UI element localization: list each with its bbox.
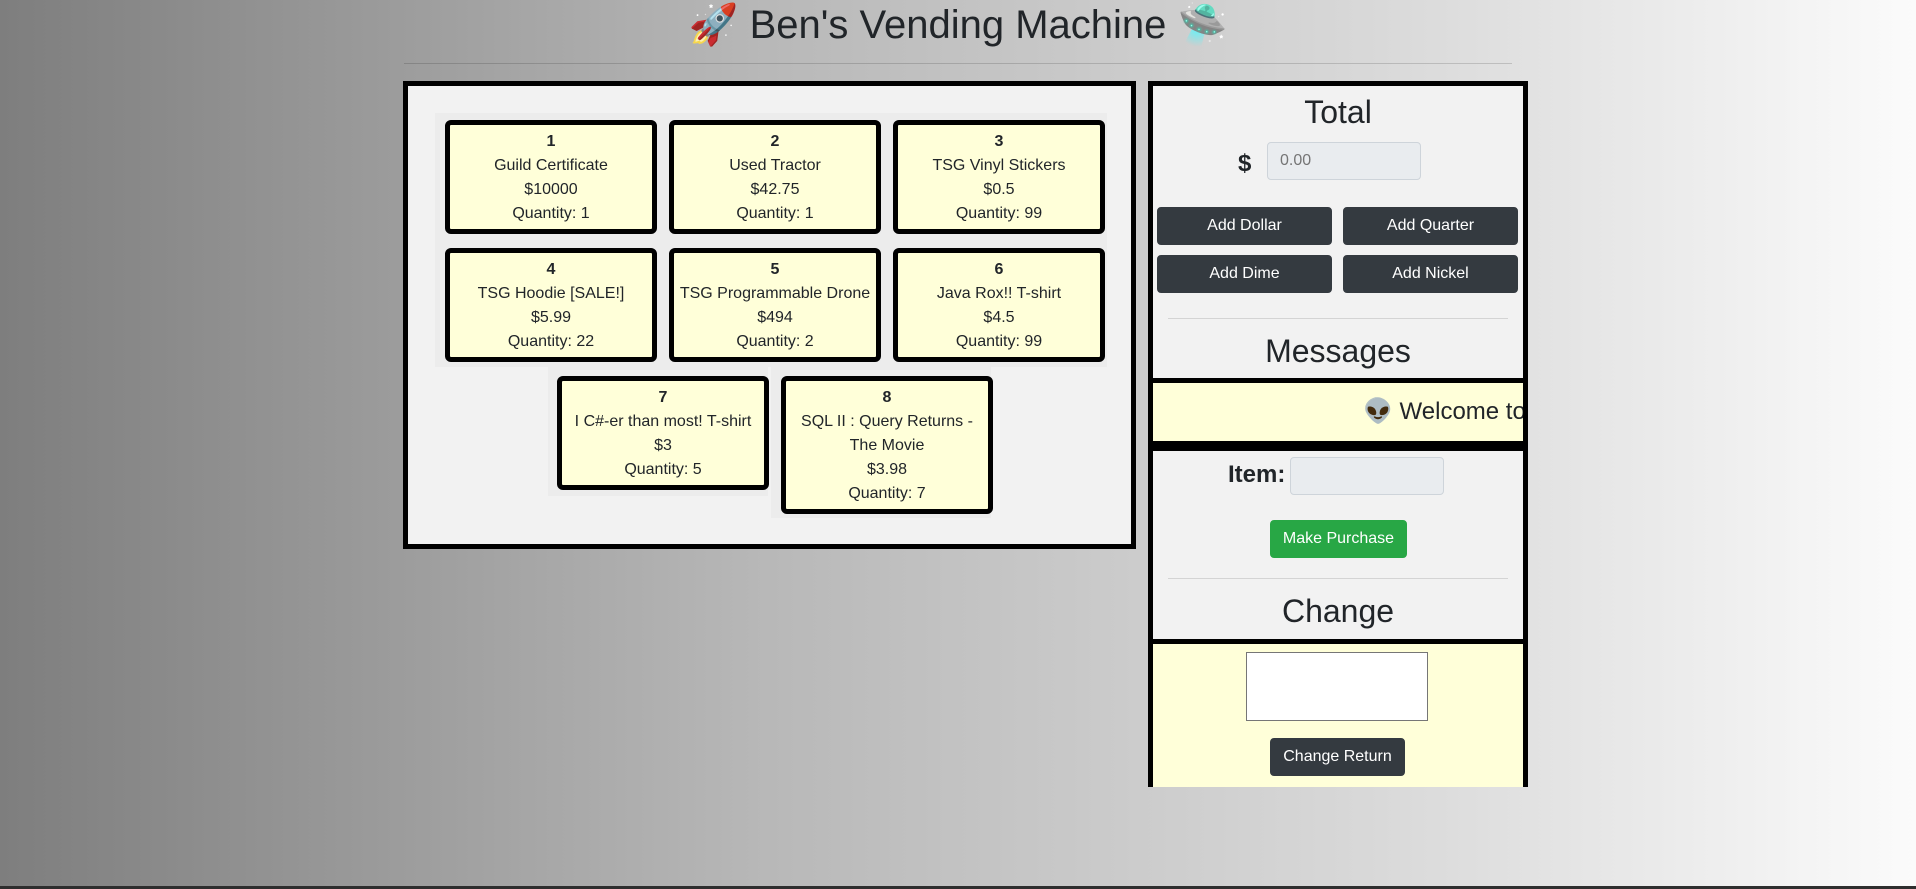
item-number: 1 <box>546 133 556 150</box>
item-card-1[interactable]: 1 Guild Certificate $10000 Quantity: 1 <box>445 120 657 234</box>
items-panel: 1 Guild Certificate $10000 Quantity: 1 2… <box>403 81 1136 549</box>
item-price: $0.5 <box>983 181 1015 198</box>
item-card-8[interactable]: 8 SQL II : Query Returns - The Movie $3.… <box>781 376 993 514</box>
change-return-button[interactable]: Change Return <box>1270 738 1405 776</box>
item-card-5[interactable]: 5 TSG Programmable Drone $494 Quantity: … <box>669 248 881 362</box>
item-quantity: Quantity: 99 <box>955 205 1043 222</box>
make-purchase-button[interactable]: Make Purchase <box>1270 520 1407 558</box>
item-number: 7 <box>658 389 668 406</box>
messages-text: 👽 Welcome to <box>1363 398 1526 425</box>
item-quantity: Quantity: 2 <box>736 333 814 350</box>
item-price: $4.5 <box>983 309 1015 326</box>
item-price: $3 <box>654 437 672 454</box>
title-divider <box>404 63 1512 64</box>
item-card-6[interactable]: 6 Java Rox!! T-shirt $4.5 Quantity: 99 <box>893 248 1105 362</box>
item-price: $10000 <box>524 181 578 198</box>
item-number: 2 <box>770 133 780 150</box>
messages-box: 👽 Welcome to <box>1148 378 1528 446</box>
item-quantity: Quantity: 7 <box>848 485 926 502</box>
item-input[interactable] <box>1290 457 1444 495</box>
total-heading: Total <box>1304 94 1372 130</box>
item-quantity: Quantity: 22 <box>507 333 595 350</box>
change-box: Change Return <box>1148 639 1528 787</box>
item-price: $42.75 <box>750 181 800 198</box>
divider <box>1168 318 1508 319</box>
item-number: 4 <box>546 261 556 278</box>
item-number: 6 <box>994 261 1004 278</box>
messages-heading: Messages <box>1265 333 1411 369</box>
item-card-7[interactable]: 7 I C#-er than most! T-shirt $3 Quantity… <box>557 376 769 490</box>
item-name: I C#-er than most! T-shirt <box>574 413 752 430</box>
item-name: Used Tractor <box>729 157 821 174</box>
item-quantity: Quantity: 1 <box>736 205 814 222</box>
item-price: $5.99 <box>530 309 572 326</box>
item-name: SQL II : Query Returns - The Movie <box>801 413 973 454</box>
item-number: 3 <box>994 133 1004 150</box>
change-heading: Change <box>1281 593 1395 629</box>
currency-symbol: $ <box>1238 150 1252 177</box>
item-card-3[interactable]: 3 TSG Vinyl Stickers $0.5 Quantity: 99 <box>893 120 1105 234</box>
item-number: 8 <box>882 389 892 406</box>
item-number: 5 <box>770 261 780 278</box>
item-card-2[interactable]: 2 Used Tractor $42.75 Quantity: 1 <box>669 120 881 234</box>
item-price: $494 <box>757 309 793 326</box>
add-dime-button[interactable]: Add Dime <box>1157 255 1332 293</box>
change-output[interactable] <box>1246 652 1428 721</box>
item-name: Java Rox!! T-shirt <box>936 285 1062 302</box>
add-dollar-button[interactable]: Add Dollar <box>1157 207 1332 245</box>
item-name: TSG Hoodie [SALE!] <box>477 285 625 302</box>
item-quantity: Quantity: 1 <box>512 205 590 222</box>
page-title: 🚀 Ben's Vending Machine 🛸 <box>688 3 1228 47</box>
divider <box>1168 578 1508 579</box>
item-price: $3.98 <box>866 461 908 478</box>
item-quantity: Quantity: 5 <box>624 461 702 478</box>
add-quarter-button[interactable]: Add Quarter <box>1343 207 1518 245</box>
item-name: Guild Certificate <box>494 157 608 174</box>
total-input[interactable] <box>1267 142 1421 180</box>
item-card-4[interactable]: 4 TSG Hoodie [SALE!] $5.99 Quantity: 22 <box>445 248 657 362</box>
item-name: TSG Vinyl Stickers <box>932 157 1066 174</box>
item-quantity: Quantity: 99 <box>955 333 1043 350</box>
divider <box>1148 446 1528 451</box>
item-name: TSG Programmable Drone <box>679 285 871 302</box>
item-label: Item: <box>1228 461 1286 488</box>
add-nickel-button[interactable]: Add Nickel <box>1343 255 1518 293</box>
control-panel: Total $ Add Dollar Add Quarter Add Dime … <box>1148 81 1528 787</box>
